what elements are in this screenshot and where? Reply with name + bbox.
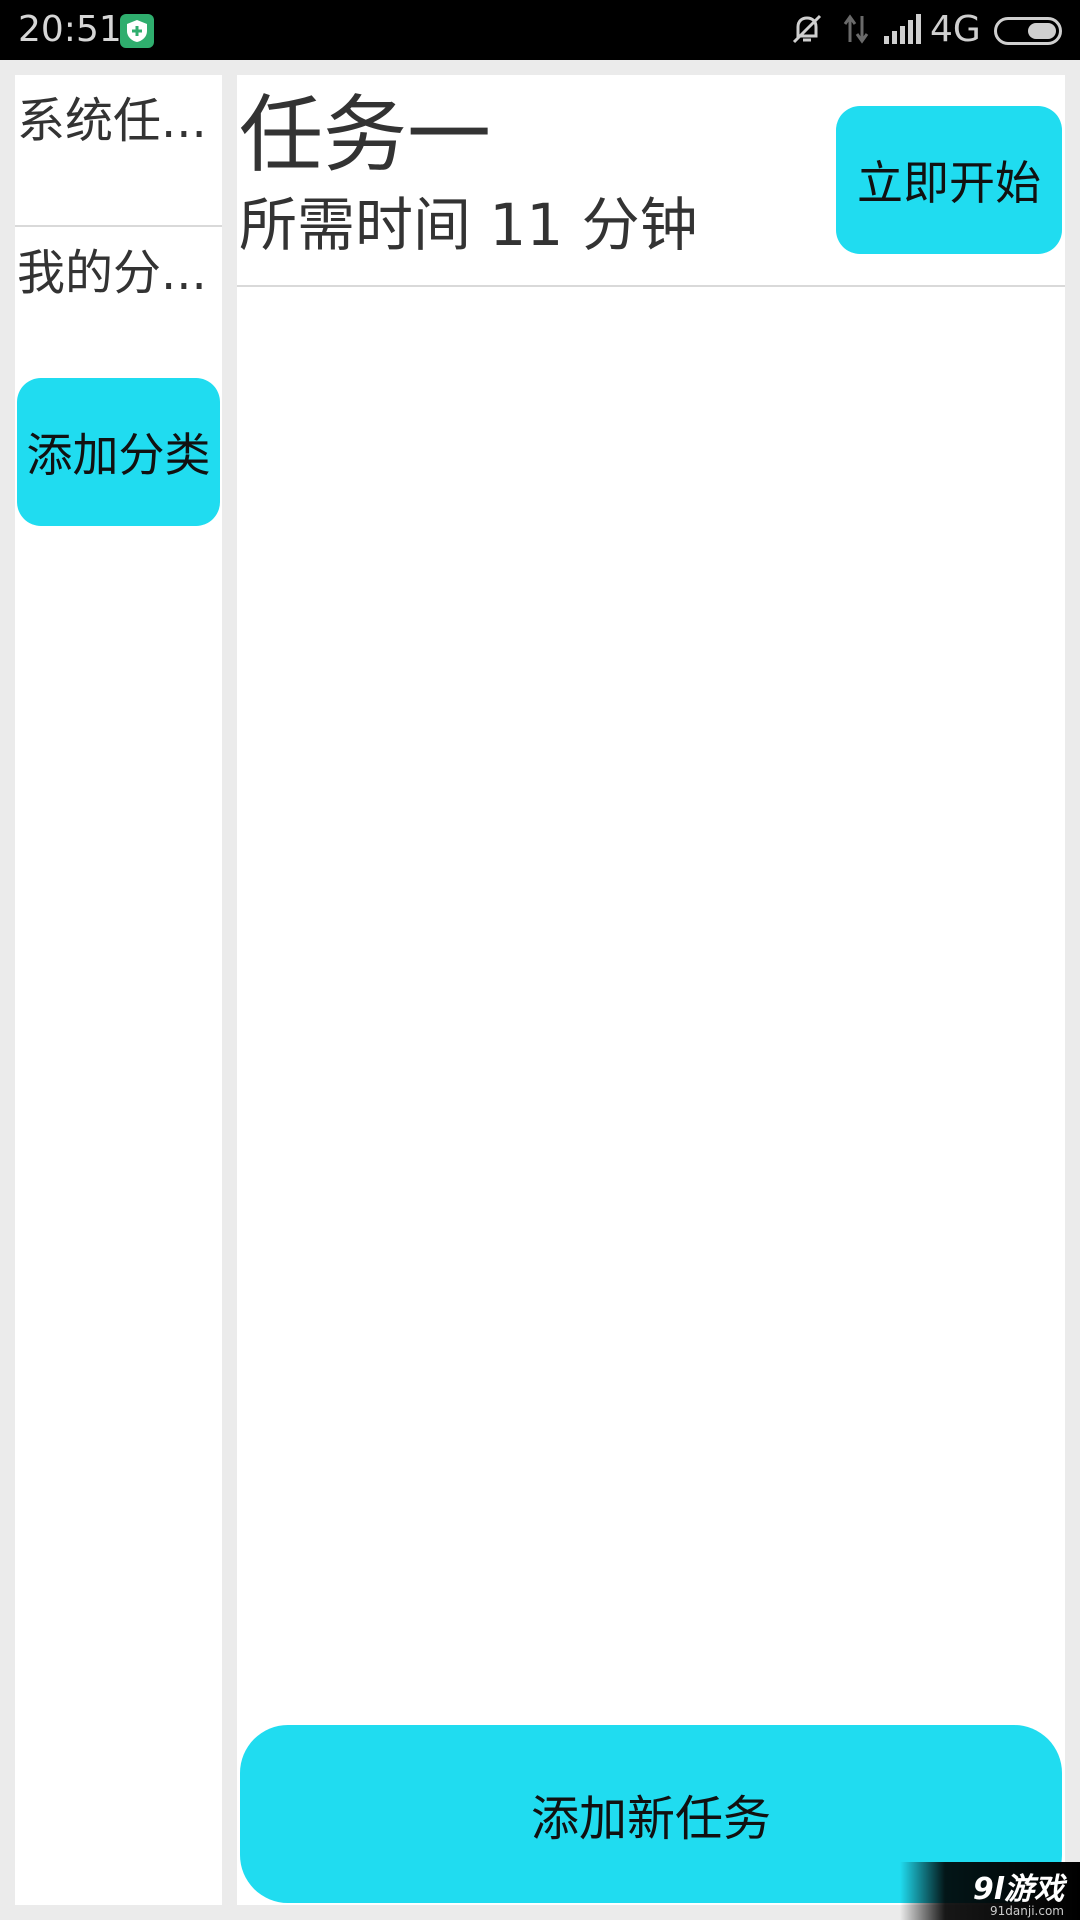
status-bar: 20:51 4G [0, 0, 1080, 60]
battery-icon [994, 17, 1062, 45]
task-title: 任务一 [239, 86, 492, 184]
sidebar-item-system-tasks[interactable]: 系统任... [15, 75, 222, 227]
shield-icon [120, 14, 154, 48]
add-category-button[interactable]: 添加分类 [17, 378, 220, 526]
watermark-url: 91danji.com [990, 1904, 1064, 1918]
divider [237, 285, 1065, 287]
sidebar-item-label: 我的分... [17, 245, 207, 301]
sidebar-item-label: 系统任... [17, 93, 207, 149]
category-sidebar: 系统任... 我的分... 添加分类 [15, 75, 222, 1905]
watermark-logo: 9l游戏 [972, 1872, 1064, 1907]
signal-icon [884, 14, 922, 48]
start-now-button[interactable]: 立即开始 [836, 106, 1062, 254]
task-row[interactable]: 任务一 所需时间 11 分钟 立即开始 [237, 75, 1065, 287]
task-panel: 任务一 所需时间 11 分钟 立即开始 添加新任务 [237, 75, 1065, 1905]
watermark: 9l游戏 91danji.com [900, 1862, 1080, 1920]
alarm-muted-icon [790, 12, 824, 50]
network-type: 4G [930, 9, 981, 50]
data-arrows-icon [842, 12, 870, 50]
status-time: 20:51 [18, 9, 122, 50]
sidebar-item-my-categories[interactable]: 我的分... [15, 227, 222, 377]
task-duration: 所需时间 11 分钟 [239, 191, 698, 259]
